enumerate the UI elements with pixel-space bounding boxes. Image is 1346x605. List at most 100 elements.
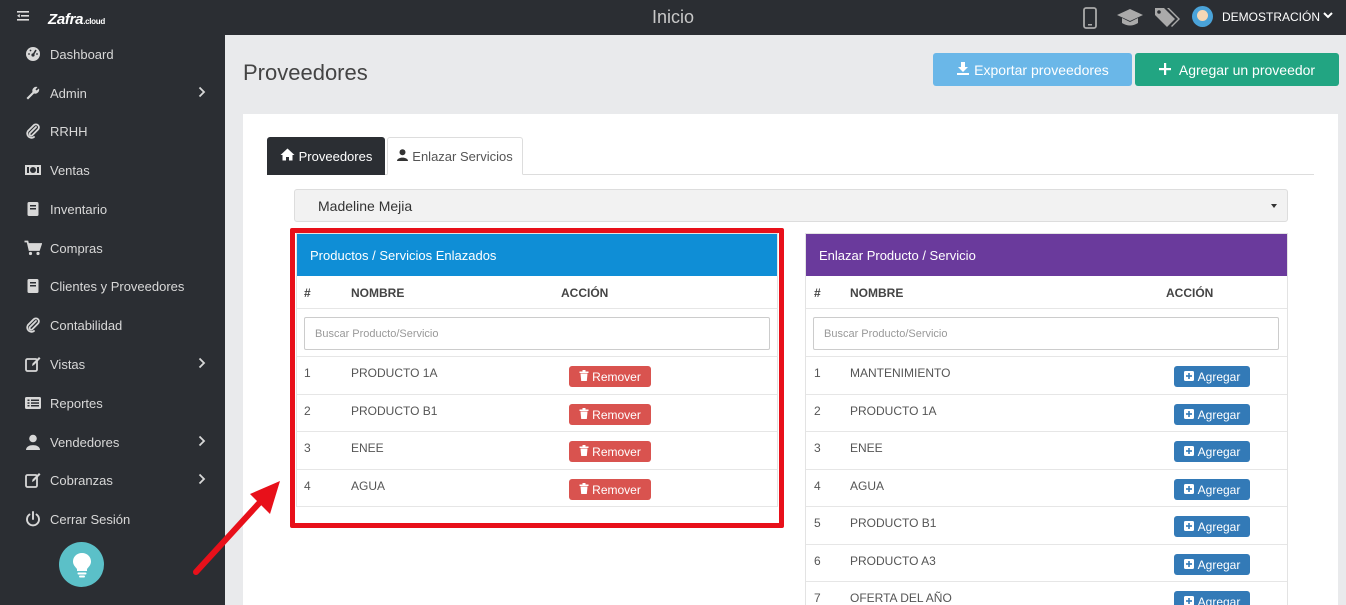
row-number: 1 bbox=[814, 366, 821, 380]
row-number: 4 bbox=[304, 479, 311, 493]
row-divider bbox=[297, 506, 777, 507]
dashboard-icon bbox=[24, 45, 42, 63]
sidebar-item-admin[interactable]: Admin bbox=[0, 78, 225, 108]
top-bar: Zafra.cloud Inicio DEMOSTRACIÓN bbox=[0, 0, 1346, 35]
plus-square-icon bbox=[1183, 370, 1194, 384]
page-title: Proveedores bbox=[243, 60, 368, 85]
sidebar-item-vistas[interactable]: Vistas bbox=[0, 349, 225, 379]
list-icon bbox=[24, 394, 42, 412]
chevron-right-icon bbox=[198, 85, 206, 101]
row-divider bbox=[806, 431, 1287, 432]
sidebar-item-compras[interactable]: Compras bbox=[0, 233, 225, 263]
export-providers-button[interactable]: Exportar proveedores bbox=[933, 53, 1132, 86]
agregar-button[interactable]: Agregar bbox=[1174, 554, 1250, 575]
plus-square-icon bbox=[1183, 520, 1194, 534]
sidebar-item-label: Vendedores bbox=[50, 434, 120, 450]
row-divider bbox=[806, 356, 1287, 357]
sidebar-item-dashboard[interactable]: Dashboard bbox=[0, 39, 225, 69]
link-panel-header: Enlazar Producto / Servicio bbox=[806, 234, 1287, 276]
chevron-down-icon bbox=[1323, 11, 1333, 22]
provider-select[interactable]: Madeline Mejia bbox=[294, 189, 1288, 222]
row-divider bbox=[806, 394, 1287, 395]
agregar-button[interactable]: Agregar bbox=[1174, 441, 1250, 462]
remove-button[interactable]: Remover bbox=[569, 479, 651, 500]
sidebar-item-label: Cerrar Sesión bbox=[50, 511, 131, 527]
caret-down-icon bbox=[1271, 204, 1277, 208]
row-divider bbox=[297, 356, 777, 357]
header-divider bbox=[297, 308, 777, 309]
avatar bbox=[1192, 6, 1213, 27]
row-divider bbox=[806, 469, 1287, 470]
tab-enlazar-servicios[interactable]: Enlazar Servicios bbox=[387, 137, 523, 175]
row-number: 3 bbox=[304, 441, 311, 455]
sidebar-item-inventario[interactable]: Inventario bbox=[0, 194, 225, 224]
column-header-num: # bbox=[814, 286, 821, 300]
header-divider bbox=[806, 308, 1287, 309]
sidebar-item-vendedores[interactable]: Vendedores bbox=[0, 427, 225, 457]
sidebar-item-rrhh[interactable]: RRHH bbox=[0, 116, 225, 146]
row-name: AGUA bbox=[850, 479, 885, 493]
row-name: ENEE bbox=[850, 441, 883, 455]
column-header-accion: ACCIÓN bbox=[561, 286, 609, 300]
link-search-input[interactable]: Buscar Producto/Servicio bbox=[813, 317, 1279, 350]
paperclip-icon bbox=[24, 316, 42, 334]
plus-square-icon bbox=[1183, 558, 1194, 572]
power-icon bbox=[24, 510, 42, 528]
sidebar-item-clientes-y-proveedores[interactable]: Clientes y Proveedores bbox=[0, 271, 225, 301]
book-icon bbox=[24, 200, 42, 218]
sidebar-item-label: Dashboard bbox=[50, 46, 114, 62]
user-menu[interactable]: DEMOSTRACIÓN bbox=[1192, 6, 1333, 27]
wrench-icon bbox=[24, 84, 42, 102]
chevron-right-icon bbox=[198, 356, 206, 372]
agregar-button[interactable]: Agregar bbox=[1174, 366, 1250, 387]
row-number: 5 bbox=[814, 516, 821, 530]
sidebar-item-reportes[interactable]: Reportes bbox=[0, 388, 225, 418]
trash-icon bbox=[579, 482, 589, 497]
add-provider-button[interactable]: Agregar un proveedor bbox=[1135, 53, 1339, 86]
agregar-button[interactable]: Agregar bbox=[1174, 404, 1250, 425]
column-header-accion: ACCIÓN bbox=[1166, 286, 1214, 300]
row-name: PRODUCTO B1 bbox=[850, 516, 937, 530]
agregar-button[interactable]: Agregar bbox=[1174, 479, 1250, 500]
remove-button[interactable]: Remover bbox=[569, 441, 651, 462]
tags-icon[interactable] bbox=[1154, 6, 1182, 31]
row-name: OFERTA DEL AÑO bbox=[850, 591, 952, 605]
sidebar-item-contabilidad[interactable]: Contabilidad bbox=[0, 310, 225, 340]
remove-button[interactable]: Remover bbox=[569, 366, 651, 387]
mobile-icon[interactable] bbox=[1083, 7, 1097, 32]
row-divider bbox=[806, 506, 1287, 507]
trash-icon bbox=[579, 369, 589, 384]
plus-icon bbox=[1158, 62, 1171, 78]
row-divider bbox=[806, 544, 1287, 545]
agregar-button[interactable]: Agregar bbox=[1174, 516, 1250, 537]
linked-search-input[interactable]: Buscar Producto/Servicio bbox=[304, 317, 770, 350]
row-name: PRODUCTO 1A bbox=[850, 404, 937, 418]
row-name: ENEE bbox=[351, 441, 384, 455]
remove-button[interactable]: Remover bbox=[569, 404, 651, 425]
row-divider bbox=[297, 469, 777, 470]
graduation-cap-icon[interactable] bbox=[1116, 8, 1144, 31]
sidebar-item-label: Cobranzas bbox=[50, 472, 113, 488]
row-divider bbox=[297, 394, 777, 395]
cart-icon bbox=[24, 239, 42, 257]
trash-icon bbox=[579, 444, 589, 459]
agregar-button[interactable]: Agregar bbox=[1174, 591, 1250, 605]
sidebar-item-ventas[interactable]: Ventas bbox=[0, 155, 225, 185]
sidebar-item-label: Contabilidad bbox=[50, 317, 123, 333]
chevron-right-icon bbox=[198, 434, 206, 450]
row-number: 3 bbox=[814, 441, 821, 455]
sidebar-item-label: Admin bbox=[50, 85, 87, 101]
row-name: AGUA bbox=[351, 479, 386, 493]
sidebar-item-label: Compras bbox=[50, 240, 103, 256]
sidebar-item-label: Ventas bbox=[50, 162, 90, 178]
sidebar-item-label: Vistas bbox=[50, 356, 86, 372]
row-number: 4 bbox=[814, 479, 821, 493]
tab-proveedores[interactable]: Proveedores bbox=[267, 137, 385, 175]
row-name: PRODUCTO A3 bbox=[850, 554, 936, 568]
lightbulb-icon[interactable] bbox=[59, 542, 104, 587]
book-icon bbox=[24, 277, 42, 295]
row-number: 1 bbox=[304, 366, 311, 380]
trash-icon bbox=[579, 407, 589, 422]
plus-square-icon bbox=[1183, 595, 1194, 605]
edit-icon bbox=[24, 471, 42, 489]
